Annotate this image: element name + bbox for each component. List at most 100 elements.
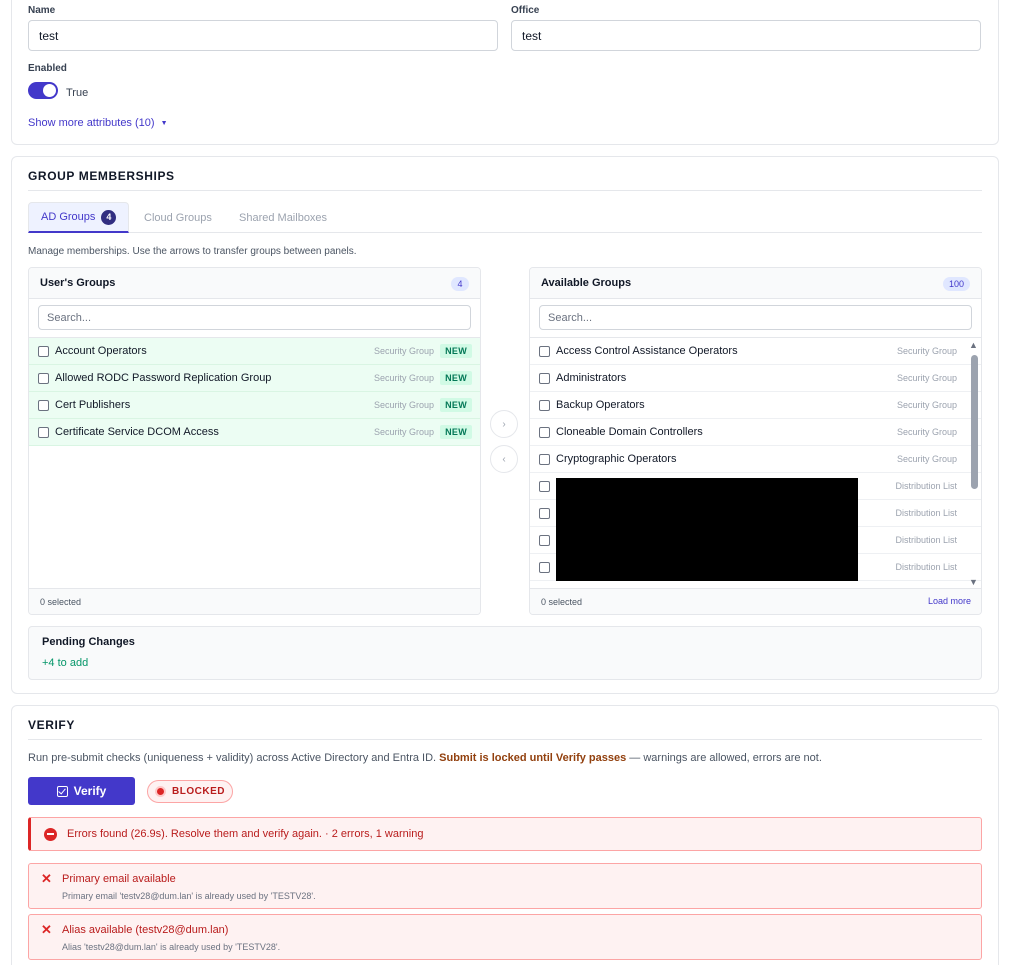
row-checkbox[interactable] — [38, 372, 49, 384]
office-label: Office — [511, 5, 540, 16]
row-type: Security Group — [373, 373, 434, 383]
selected-count: 0 selected — [40, 597, 82, 607]
section-title: GROUP MEMBERSHIPS — [28, 169, 175, 183]
row-checkbox[interactable] — [38, 399, 49, 411]
row-checkbox[interactable] — [539, 453, 550, 465]
divider — [28, 739, 982, 740]
available-groups-panel: Available Groups 100 Search... Access Co… — [529, 267, 982, 615]
users-groups-search-input[interactable]: Search... — [38, 305, 471, 330]
error-item: ✕ Alias available (testv28@dum.lan) Alia… — [28, 914, 982, 960]
list-item[interactable]: Allowed RODC Password Replication Group … — [29, 365, 480, 392]
tab-shared-mailboxes[interactable]: Shared Mailboxes — [239, 202, 327, 233]
row-label: Cryptographic Operators — [556, 453, 677, 465]
selected-count: 0 selected — [541, 597, 583, 607]
list-item[interactable]: Certificate Service DCOM Access Security… — [29, 419, 480, 446]
list-item[interactable]: Backup Operators Security Group — [530, 392, 981, 419]
row-checkbox[interactable] — [539, 480, 550, 492]
list-scrollbar[interactable]: ▲ ▼ — [968, 339, 980, 589]
enabled-toggle[interactable] — [28, 82, 58, 99]
row-type: Security Group — [373, 400, 434, 410]
tab-ad-groups[interactable]: AD Groups 4 — [28, 202, 130, 233]
new-badge: NEW — [440, 371, 472, 385]
available-groups-search-input[interactable]: Search... — [539, 305, 972, 330]
row-type: Distribution List — [895, 508, 957, 518]
tab-bar: AD Groups 4 Cloud Groups Shared Mailboxe… — [28, 202, 982, 233]
enabled-label: Enabled — [28, 63, 67, 74]
row-checkbox[interactable] — [539, 561, 550, 573]
list-item[interactable]: Access Control Assistance Operators Secu… — [530, 338, 981, 365]
row-label: Allowed RODC Password Replication Group — [55, 372, 272, 384]
verify-button[interactable]: Verify — [28, 777, 135, 805]
row-checkbox[interactable] — [38, 345, 49, 357]
panel-header: User's Groups 4 — [29, 268, 480, 299]
pending-add-count: +4 to add — [42, 657, 89, 669]
list-item[interactable]: Cloneable Domain Controllers Security Gr… — [530, 419, 981, 446]
panel-footer: 0 selected — [29, 588, 480, 614]
toggle-knob — [43, 84, 56, 97]
x-icon: ✕ — [41, 871, 52, 886]
row-label: Backup Operators — [556, 399, 645, 411]
list-item[interactable]: Administrators Security Group — [530, 365, 981, 392]
error-item: ✕ Primary email available Primary email … — [28, 863, 982, 909]
redacted-area — [556, 478, 858, 581]
list-item[interactable]: Cert Publishers Security Group NEW — [29, 392, 480, 419]
error-detail: Alias 'testv28@dum.lan' is already used … — [62, 942, 281, 952]
row-type: Distribution List — [895, 562, 957, 572]
check-square-icon — [56, 785, 68, 797]
scroll-down-icon[interactable]: ▼ — [969, 578, 978, 587]
users-groups-list: Account Operators Security Group NEW All… — [29, 337, 480, 590]
desc-emphasis: Submit is locked until Verify passes — [439, 752, 627, 764]
verify-description: Run pre-submit checks (uniqueness + vali… — [28, 752, 822, 764]
row-checkbox[interactable] — [539, 399, 550, 411]
row-checkbox[interactable] — [539, 534, 550, 546]
row-type: Security Group — [896, 373, 957, 383]
verify-card: VERIFY Run pre-submit checks (uniqueness… — [11, 705, 999, 965]
panel-footer: 0 selected Load more — [530, 588, 981, 614]
list-item[interactable]: Cryptographic Operators Security Group — [530, 446, 981, 473]
error-summary-alert: Errors found (26.9s). Resolve them and v… — [28, 817, 982, 851]
move-left-button[interactable]: ‹ — [490, 445, 518, 473]
pending-changes: Pending Changes +4 to add — [28, 626, 982, 680]
users-groups-panel: User's Groups 4 Search... Account Operat… — [28, 267, 481, 615]
status-dot-icon — [155, 786, 167, 797]
desc-text-end: — warnings are allowed, errors are not. — [626, 752, 822, 764]
name-field[interactable]: test — [28, 20, 498, 51]
list-item[interactable]: Account Operators Security Group NEW — [29, 338, 480, 365]
panel-title: Available Groups — [541, 277, 632, 289]
new-badge: NEW — [440, 425, 472, 439]
desc-text: Run pre-submit checks (uniqueness + vali… — [28, 752, 440, 764]
row-label: Cloneable Domain Controllers — [556, 426, 703, 438]
chevron-left-icon: ‹ — [502, 453, 506, 465]
divider — [28, 190, 982, 191]
row-checkbox[interactable] — [539, 372, 550, 384]
row-checkbox[interactable] — [38, 426, 49, 438]
error-detail: Primary email 'testv28@dum.lan' is alrea… — [62, 891, 316, 901]
show-more-attributes-link[interactable]: Show more attributes (10) ▼ — [28, 117, 168, 129]
panel-header: Available Groups 100 — [530, 268, 981, 299]
row-checkbox[interactable] — [539, 426, 550, 438]
panel-title: User's Groups — [40, 277, 116, 289]
load-more-link[interactable]: Load more — [928, 596, 971, 606]
scroll-thumb[interactable] — [971, 355, 978, 489]
row-label: Cert Publishers — [55, 399, 131, 411]
row-label: Certificate Service DCOM Access — [55, 426, 219, 438]
row-type: Security Group — [896, 400, 957, 410]
x-icon: ✕ — [41, 922, 52, 937]
verify-button-label: Verify — [73, 784, 107, 798]
count-badge: 100 — [942, 277, 970, 291]
section-title: VERIFY — [28, 718, 75, 732]
error-title: Alias available (testv28@dum.lan) — [62, 924, 229, 936]
row-label: Access Control Assistance Operators — [556, 345, 738, 357]
tab-label: AD Groups — [41, 211, 96, 223]
office-field[interactable]: test — [511, 20, 981, 51]
name-label: Name — [28, 5, 56, 16]
row-checkbox[interactable] — [539, 345, 550, 357]
move-right-button[interactable]: › — [490, 410, 518, 438]
tab-cloud-groups[interactable]: Cloud Groups — [144, 202, 212, 233]
row-type: Security Group — [896, 346, 957, 356]
new-badge: NEW — [440, 398, 472, 412]
scroll-up-icon[interactable]: ▲ — [969, 341, 978, 350]
pending-title: Pending Changes — [42, 636, 135, 648]
row-type: Security Group — [373, 427, 434, 437]
row-checkbox[interactable] — [539, 507, 550, 519]
